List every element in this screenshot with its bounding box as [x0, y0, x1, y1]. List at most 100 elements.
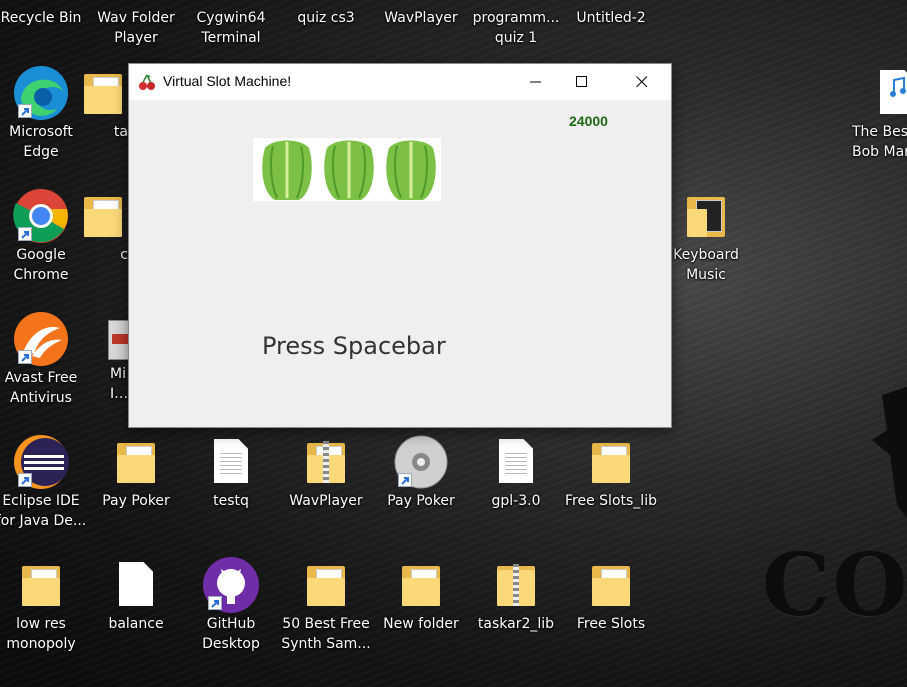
text-file-icon	[491, 437, 541, 487]
folder-icon	[396, 560, 446, 610]
icon-label: Microsoft Edge	[9, 124, 73, 160]
icon-label: programm... quiz 1	[472, 10, 560, 46]
desktop-icon-pay-poker-disc[interactable]: Pay Poker	[374, 435, 468, 511]
slot-machine-window[interactable]: Virtual Slot Machine! 24000 Press Spaceb…	[128, 63, 672, 428]
shortcut-arrow-icon	[208, 596, 222, 610]
icon-label: 50 Best Free Synth Sam...	[281, 616, 371, 652]
desktop-icon-chrome[interactable]: Google Chrome	[0, 189, 88, 285]
lettuce-icon	[383, 138, 439, 201]
text-file-icon	[206, 437, 256, 487]
icon-label: ta	[113, 124, 128, 140]
icon-label: Pay Poker	[102, 493, 170, 509]
icon-label: WavPlayer	[384, 10, 458, 26]
zip-folder-icon	[491, 560, 541, 610]
icon-label: low res monopoly	[6, 616, 76, 652]
desktop-icon-free-slots[interactable]: Free Slots	[564, 560, 658, 634]
icon-label: GitHub Desktop	[202, 616, 260, 652]
spacebar-prompt: Press Spacebar	[262, 332, 446, 360]
maximize-button[interactable]	[559, 64, 605, 100]
minimize-button[interactable]	[513, 64, 559, 100]
desktop-icon-wavplayer-top[interactable]: WavPlayer	[374, 8, 468, 28]
icon-label: Wav Folder Player	[97, 10, 175, 46]
icon-label: Avast Free Antivirus	[4, 370, 78, 406]
icon-label: The Best Bob Mar	[852, 124, 907, 160]
slot-reels	[253, 138, 441, 201]
desktop-icon-testq[interactable]: testq	[184, 437, 278, 511]
icon-label: c	[120, 247, 128, 263]
desktop-icon-eclipse[interactable]: Eclipse IDE for Java De...	[0, 435, 88, 531]
folder-icon	[78, 68, 128, 118]
desktop-icon-pay-poker-folder[interactable]: Pay Poker	[89, 437, 183, 511]
icon-label: Keyboard Music	[673, 247, 739, 283]
desktop-icon-synth-samples[interactable]: 50 Best Free Synth Sam...	[279, 560, 373, 654]
chrome-icon	[13, 189, 68, 243]
folder-icon	[586, 437, 636, 487]
icon-label: Untitled-2	[576, 10, 646, 26]
icon-label: Recycle Bin	[0, 10, 82, 26]
desktop-icon-mi-ins[interactable]: Mi Ins	[100, 314, 128, 404]
shortcut-arrow-icon	[18, 473, 32, 487]
shortcut-arrow-icon	[398, 473, 412, 487]
brand-logo-mark	[872, 386, 907, 519]
close-button[interactable]	[619, 64, 665, 100]
music-file-icon	[858, 68, 907, 118]
icon-label: WavPlayer	[289, 493, 363, 509]
desktop-icon-avast[interactable]: Avast Free Antivirus	[0, 312, 88, 408]
shortcut-arrow-icon	[18, 104, 32, 118]
icon-label: Google Chrome	[13, 247, 69, 283]
desktop-icon-balance[interactable]: balance	[89, 560, 183, 634]
desktop-icon-wavplayer-zip[interactable]: WavPlayer	[279, 437, 373, 511]
eclipse-icon	[14, 435, 69, 489]
blank-file-icon	[111, 560, 161, 610]
icon-label: taskar2_lib	[477, 616, 555, 632]
cd-disc-icon	[394, 435, 448, 489]
icon-label: Free Slots	[576, 616, 646, 632]
title-bar[interactable]: Virtual Slot Machine!	[129, 64, 671, 100]
desktop-icon-free-slots-lib[interactable]: Free Slots_lib	[564, 437, 658, 511]
shortcut-arrow-icon	[18, 350, 32, 364]
desktop-icon-github-desktop[interactable]: GitHub Desktop	[184, 557, 278, 654]
maximize-icon	[576, 76, 587, 87]
cherry-icon	[139, 74, 155, 90]
icon-label: quiz cs3	[297, 10, 355, 26]
desktop-icon-ta[interactable]: ta	[78, 68, 128, 142]
folder-icon	[301, 560, 351, 610]
installer-icon	[100, 314, 128, 364]
edge-icon	[14, 66, 68, 120]
close-icon	[636, 76, 648, 88]
zip-folder-icon	[301, 437, 351, 487]
lettuce-icon	[321, 138, 377, 201]
desktop-icon-programm-quiz[interactable]: programm... quiz 1	[469, 8, 563, 48]
icon-label: balance	[108, 616, 164, 632]
icon-label: testq	[213, 493, 249, 509]
desktop-icon-quiz-cs3[interactable]: quiz cs3	[279, 8, 373, 28]
desktop-icon-recycle-bin[interactable]: Recycle Bin	[0, 8, 88, 28]
icon-label: gpl-3.0	[491, 493, 541, 509]
desktop-icon-keyboard-music[interactable]: Keyboard Music	[659, 191, 753, 285]
desktop-icon-cygwin-terminal[interactable]: Cygwin64 Terminal	[184, 8, 278, 48]
desktop-icon-untitled-2[interactable]: Untitled-2	[564, 8, 658, 28]
desktop-icon-wav-folder-player[interactable]: Wav Folder Player	[89, 8, 183, 48]
folder-icon	[78, 191, 128, 241]
folder-icon	[111, 437, 161, 487]
icon-label: Pay Poker	[387, 493, 455, 509]
minimize-icon	[530, 81, 541, 83]
window-title: Virtual Slot Machine!	[163, 73, 292, 89]
credit-score: 24000	[569, 113, 608, 129]
folder-icon	[16, 560, 66, 610]
lettuce-icon	[259, 138, 315, 201]
github-icon	[203, 557, 259, 613]
icon-label: New folder	[383, 616, 459, 632]
avast-icon	[14, 312, 68, 366]
desktop-icon-gpl[interactable]: gpl-3.0	[469, 437, 563, 511]
folder-icon	[681, 191, 731, 241]
desktop-icon-taskar2-lib[interactable]: taskar2_lib	[469, 560, 563, 634]
desktop-icon-best-bob[interactable]: The Best Bob Mar	[848, 68, 907, 162]
icon-label: Mi Ins	[110, 366, 128, 402]
icon-label: Eclipse IDE for Java De...	[0, 493, 87, 529]
desktop-icon-c[interactable]: c	[78, 191, 128, 265]
desktop-icon-edge[interactable]: Microsoft Edge	[0, 66, 88, 162]
desktop-icon-new-folder[interactable]: New folder	[374, 560, 468, 634]
desktop-icon-low-res-monopoly[interactable]: low res monopoly	[0, 560, 88, 654]
icon-label: Cygwin64 Terminal	[196, 10, 266, 46]
